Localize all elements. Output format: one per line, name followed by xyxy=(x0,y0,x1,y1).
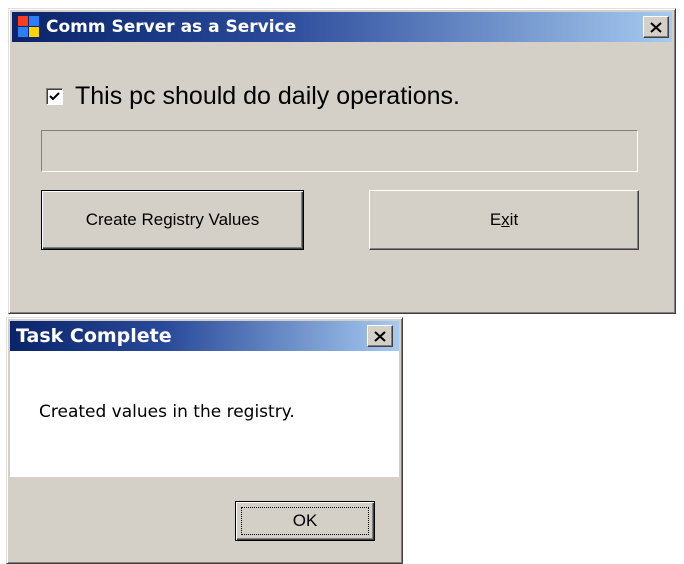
dialog-message-area: Created values in the registry. xyxy=(10,351,399,477)
dialog-message: Created values in the registry. xyxy=(39,402,295,422)
ok-button-focus-rect xyxy=(241,507,369,535)
app-window-icon xyxy=(18,16,40,38)
dialog-close-button[interactable] xyxy=(367,325,393,347)
daily-operations-checkbox[interactable] xyxy=(46,88,63,105)
daily-operations-label: This pc should do daily operations. xyxy=(75,82,460,110)
main-window-close-button[interactable] xyxy=(643,16,669,38)
progress-bar xyxy=(41,130,638,172)
dialog-titlebar[interactable]: Task Complete xyxy=(10,321,399,351)
main-window-titlebar[interactable]: Comm Server as a Service xyxy=(12,12,672,42)
create-registry-values-button[interactable]: Create Registry Values xyxy=(41,190,304,250)
exit-button[interactable]: Exit xyxy=(369,190,639,250)
main-window: Comm Server as a Service This pc should … xyxy=(8,8,676,314)
main-window-title: Comm Server as a Service xyxy=(46,17,297,37)
main-window-client: This pc should do daily operations. Crea… xyxy=(12,42,672,310)
ok-button[interactable]: OK xyxy=(235,501,375,541)
create-registry-values-label: Create Registry Values xyxy=(85,210,260,229)
checkmark-icon xyxy=(49,92,60,101)
task-complete-dialog: Task Complete Created values in the regi… xyxy=(6,317,403,564)
daily-operations-checkbox-row[interactable]: This pc should do daily operations. xyxy=(46,82,460,111)
close-icon xyxy=(650,21,662,33)
dialog-title: Task Complete xyxy=(16,325,172,347)
exit-label: Exit xyxy=(489,210,519,229)
close-icon xyxy=(374,330,386,342)
